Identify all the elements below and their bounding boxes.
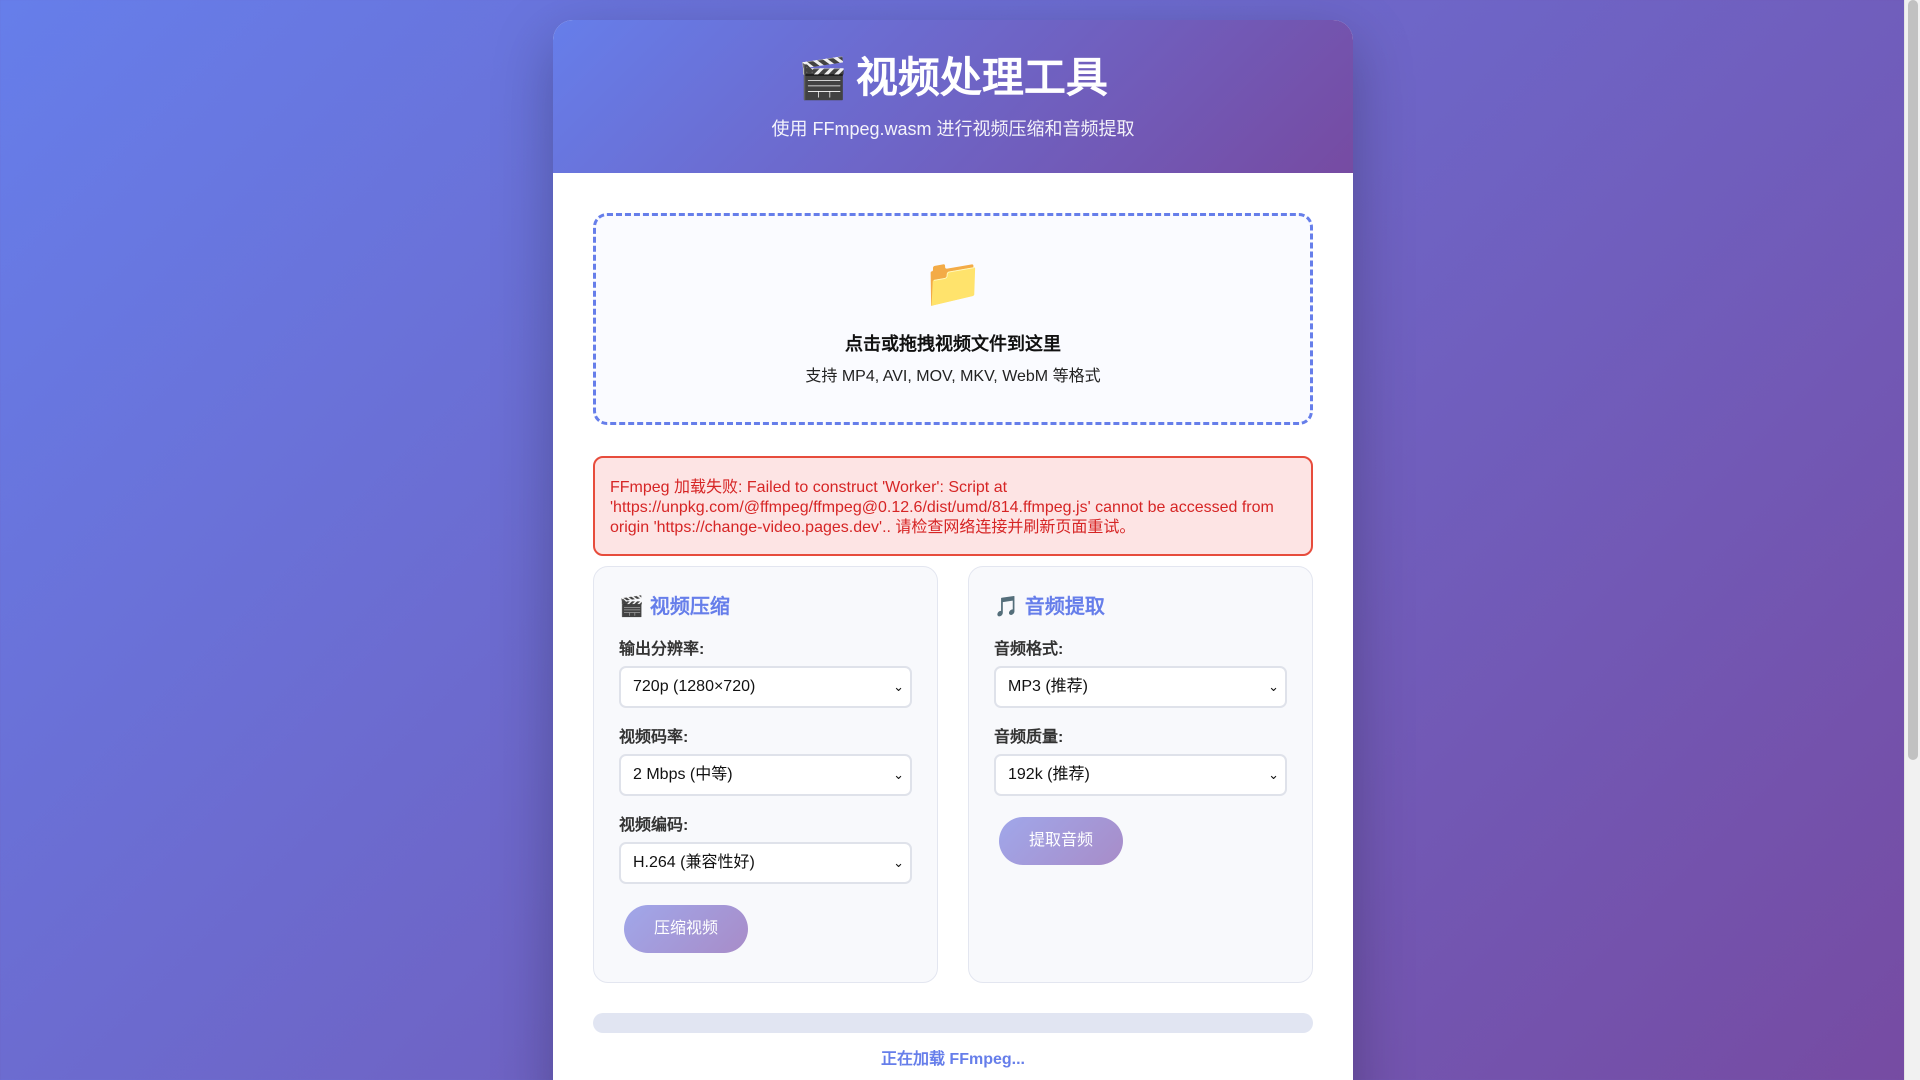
codec-label: 视频编码: bbox=[619, 817, 689, 834]
audio-format-field: 音频格式: MP3 (推荐) ⌄ bbox=[994, 635, 1287, 708]
clapperboard-icon: 🎬 bbox=[798, 57, 848, 101]
page-title-text: 视频处理工具 bbox=[855, 54, 1108, 101]
resolution-select[interactable]: 720p (1280×720) ⌄ bbox=[619, 666, 912, 708]
bitrate-label: 视频码率: bbox=[619, 729, 689, 746]
audio-quality-field: 音频质量: 192k (推荐) ⌄ bbox=[994, 723, 1287, 796]
upload-title: 点击或拖拽视频文件到这里 bbox=[845, 334, 1061, 354]
folder-icon: 📁 bbox=[923, 257, 983, 310]
audio-quality-value: 192k (推荐) bbox=[1008, 766, 1090, 783]
compress-title: 🎬 视频压缩 bbox=[619, 593, 912, 621]
status-text: 正在加载 FFmpeg... bbox=[880, 1051, 1025, 1068]
scrollbar-thumb[interactable] bbox=[1908, 0, 1918, 760]
compress-video-button[interactable]: 压缩视频 bbox=[624, 905, 748, 953]
clapperboard-icon: 🎬 bbox=[619, 596, 644, 618]
codec-select[interactable]: H.264 (兼容性好) ⌄ bbox=[619, 842, 912, 884]
chevron-down-icon: ⌄ bbox=[1268, 767, 1279, 782]
page-background: 🎬 视频处理工具 使用 FFmpeg.wasm 进行视频压缩和音频提取 📁 点击或… bbox=[0, 0, 1904, 1080]
bitrate-field: 视频码率: 2 Mbps (中等) ⌄ bbox=[619, 723, 912, 796]
bitrate-select[interactable]: 2 Mbps (中等) ⌄ bbox=[619, 754, 912, 796]
page-title: 🎬 视频处理工具 bbox=[553, 53, 1353, 104]
audio-title-text: 音频提取 bbox=[1024, 596, 1105, 618]
page-scrollbar[interactable] bbox=[1904, 0, 1920, 1080]
audio-format-select[interactable]: MP3 (推荐) ⌄ bbox=[994, 666, 1287, 708]
bitrate-value: 2 Mbps (中等) bbox=[633, 766, 733, 783]
app-card: 🎬 视频处理工具 使用 FFmpeg.wasm 进行视频压缩和音频提取 📁 点击或… bbox=[553, 20, 1353, 1080]
audio-format-label: 音频格式: bbox=[994, 641, 1064, 658]
app-header: 🎬 视频处理工具 使用 FFmpeg.wasm 进行视频压缩和音频提取 bbox=[553, 20, 1353, 173]
resolution-label: 输出分辨率: bbox=[619, 641, 705, 658]
audio-format-value: MP3 (推荐) bbox=[1008, 678, 1089, 695]
audio-quality-select[interactable]: 192k (推荐) ⌄ bbox=[994, 754, 1287, 796]
resolution-value: 720p (1280×720) bbox=[633, 678, 756, 695]
resolution-field: 输出分辨率: 720p (1280×720) ⌄ bbox=[619, 635, 912, 708]
chevron-down-icon: ⌄ bbox=[893, 855, 904, 870]
page-subtitle: 使用 FFmpeg.wasm 进行视频压缩和音频提取 bbox=[771, 119, 1135, 139]
upload-formats: 支持 MP4, AVI, MOV, MKV, WebM 等格式 bbox=[805, 368, 1101, 385]
music-note-icon: 🎵 bbox=[994, 596, 1019, 618]
main-content: 📁 点击或拖拽视频文件到这里 支持 MP4, AVI, MOV, MKV, We… bbox=[553, 173, 1353, 1069]
upload-dropzone[interactable]: 📁 点击或拖拽视频文件到这里 支持 MP4, AVI, MOV, MKV, We… bbox=[593, 213, 1313, 425]
compress-title-text: 视频压缩 bbox=[649, 596, 730, 618]
error-message: FFmpeg 加载失败: Failed to construct 'Worker… bbox=[593, 456, 1313, 556]
chevron-down-icon: ⌄ bbox=[1268, 679, 1279, 694]
options-panels: 🎬 视频压缩 输出分辨率: 720p (1280×720) ⌄ 视频码率: 2 Mb… bbox=[593, 566, 1313, 983]
progress-bar bbox=[593, 1013, 1313, 1033]
codec-field: 视频编码: H.264 (兼容性好) ⌄ bbox=[619, 811, 912, 884]
chevron-down-icon: ⌄ bbox=[893, 767, 904, 782]
audio-title: 🎵 音频提取 bbox=[994, 593, 1287, 621]
chevron-down-icon: ⌄ bbox=[893, 679, 904, 694]
audio-panel: 🎵 音频提取 音频格式: MP3 (推荐) ⌄ 音频质量: 192k (推荐) ⌄ 提… bbox=[968, 566, 1313, 983]
audio-quality-label: 音频质量: bbox=[994, 729, 1064, 746]
extract-audio-button[interactable]: 提取音频 bbox=[999, 817, 1123, 865]
codec-value: H.264 (兼容性好) bbox=[633, 854, 755, 871]
compress-panel: 🎬 视频压缩 输出分辨率: 720p (1280×720) ⌄ 视频码率: 2 Mb… bbox=[593, 566, 938, 983]
